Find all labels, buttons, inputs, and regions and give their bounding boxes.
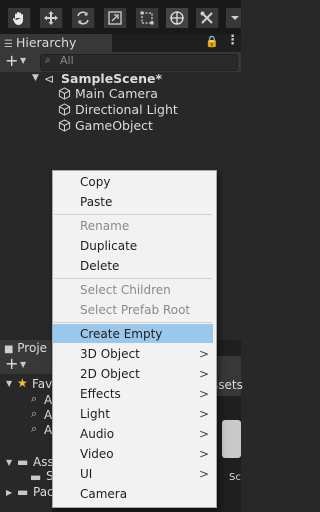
menu-item-ui[interactable]: UI: [80, 467, 210, 481]
asset-thumbnail[interactable]: [222, 420, 241, 458]
hierarchy-item-main-camera[interactable]: Main Camera: [75, 86, 158, 101]
gameobject-icon: [58, 119, 71, 135]
dropdown-icon: [231, 16, 239, 20]
hierarchy-list-icon: ☰: [4, 39, 13, 50]
rotate-icon: [77, 11, 89, 25]
folder-icon: ▬: [30, 470, 42, 484]
scene-expand-arrow[interactable]: ▼: [32, 73, 39, 83]
menu-separator: [54, 214, 212, 215]
menu-item-camera[interactable]: Camera: [80, 487, 210, 501]
folder-icon: ▬: [17, 485, 29, 499]
more-options-icon[interactable]: ⋮: [226, 33, 239, 48]
hierarchy-tab-label: ☰ Hierarchy: [4, 35, 76, 50]
menu-separator: [54, 322, 212, 323]
search-placeholder: All: [60, 54, 74, 67]
hierarchy-item-gameobject[interactable]: GameObject: [75, 118, 153, 133]
menu-item-effects[interactable]: Effects: [80, 387, 210, 401]
rect-transform-icon: [140, 11, 154, 25]
create-dropdown-icon[interactable]: ▼: [20, 56, 26, 65]
lock-icon[interactable]: 🔒: [205, 35, 219, 48]
scale-icon: [108, 11, 122, 25]
search-icon: ⌕: [31, 422, 38, 435]
create-button[interactable]: +: [5, 51, 18, 70]
project-create-dropdown-icon[interactable]: ▼: [20, 360, 26, 369]
menu-item-3d-object[interactable]: 3D Object: [80, 347, 210, 361]
search-icon: ⌕: [45, 55, 51, 66]
submenu-arrow-icon: >: [199, 407, 210, 421]
submenu-arrow-icon: >: [199, 387, 210, 401]
menu-item-audio[interactable]: Audio: [80, 427, 210, 441]
assets-folder-label[interactable]: Ass: [33, 455, 54, 469]
transform-tool-button[interactable]: [166, 8, 189, 28]
scene-name[interactable]: SampleScene*: [61, 71, 162, 86]
favorites-label[interactable]: Fav: [32, 377, 52, 391]
menu-item-create-empty[interactable]: Create Empty: [80, 327, 210, 341]
move-icon: [44, 11, 58, 25]
move-tool-button[interactable]: [40, 8, 63, 28]
favorite-item[interactable]: A: [44, 408, 52, 422]
submenu-arrow-icon: >: [199, 427, 210, 441]
menu-item-paste[interactable]: Paste: [80, 195, 210, 209]
menu-item-rename: Rename: [80, 219, 130, 233]
menu-item-select-children: Select Children: [80, 283, 171, 297]
menu-item-2d-object[interactable]: 2D Object: [80, 367, 210, 381]
submenu-arrow-icon: >: [199, 347, 210, 361]
gameobject-icon: [58, 103, 71, 119]
hand-icon: [12, 12, 23, 25]
transform-icon: [170, 11, 184, 25]
project-tab-label: ■ Proje: [4, 341, 47, 355]
submenu-arrow-icon: >: [199, 447, 210, 461]
menu-item-copy[interactable]: Copy: [80, 175, 210, 189]
project-create-button[interactable]: +: [5, 354, 18, 373]
menu-item-delete[interactable]: Delete: [80, 259, 210, 273]
search-icon: ⌕: [31, 407, 38, 420]
menu-item-duplicate[interactable]: Duplicate: [80, 239, 210, 253]
hand-tool-button[interactable]: [8, 8, 31, 28]
menu-separator: [54, 278, 212, 279]
rect-tool-button[interactable]: [136, 8, 159, 28]
menu-item-select-prefab-root: Select Prefab Root: [80, 303, 191, 317]
tools-icon: [200, 11, 213, 24]
tool-settings-button[interactable]: [226, 8, 242, 28]
hierarchy-title: Hierarchy: [15, 35, 77, 50]
scene-toolbar: [0, 0, 242, 34]
scale-tool-button[interactable]: [104, 8, 127, 28]
favorite-item[interactable]: A: [44, 393, 52, 407]
favorites-expand-arrow[interactable]: ▼: [6, 379, 12, 388]
hierarchy-item-directional-light[interactable]: Directional Light: [75, 102, 178, 117]
submenu-arrow-icon: >: [199, 467, 210, 481]
custom-tool-button[interactable]: [196, 8, 219, 28]
menu-item-light[interactable]: Light: [80, 407, 210, 421]
assets-expand-arrow[interactable]: ▼: [6, 458, 12, 467]
rotate-tool-button[interactable]: [72, 8, 95, 28]
asset-label[interactable]: Sc: [229, 472, 241, 483]
unity-scene-icon: ⊲: [44, 72, 55, 86]
submenu-arrow-icon: >: [199, 367, 210, 381]
menu-item-video[interactable]: Video: [80, 447, 210, 461]
gameobject-icon: [58, 87, 71, 103]
star-icon: ★: [17, 376, 28, 390]
packages-expand-arrow[interactable]: ▶: [6, 488, 12, 497]
favorite-item[interactable]: A: [44, 423, 52, 437]
folder-open-icon: ▬: [17, 455, 29, 469]
packages-folder-label[interactable]: Pac: [33, 485, 54, 499]
project-title: Proje: [17, 341, 48, 355]
search-icon: ⌕: [31, 392, 38, 405]
